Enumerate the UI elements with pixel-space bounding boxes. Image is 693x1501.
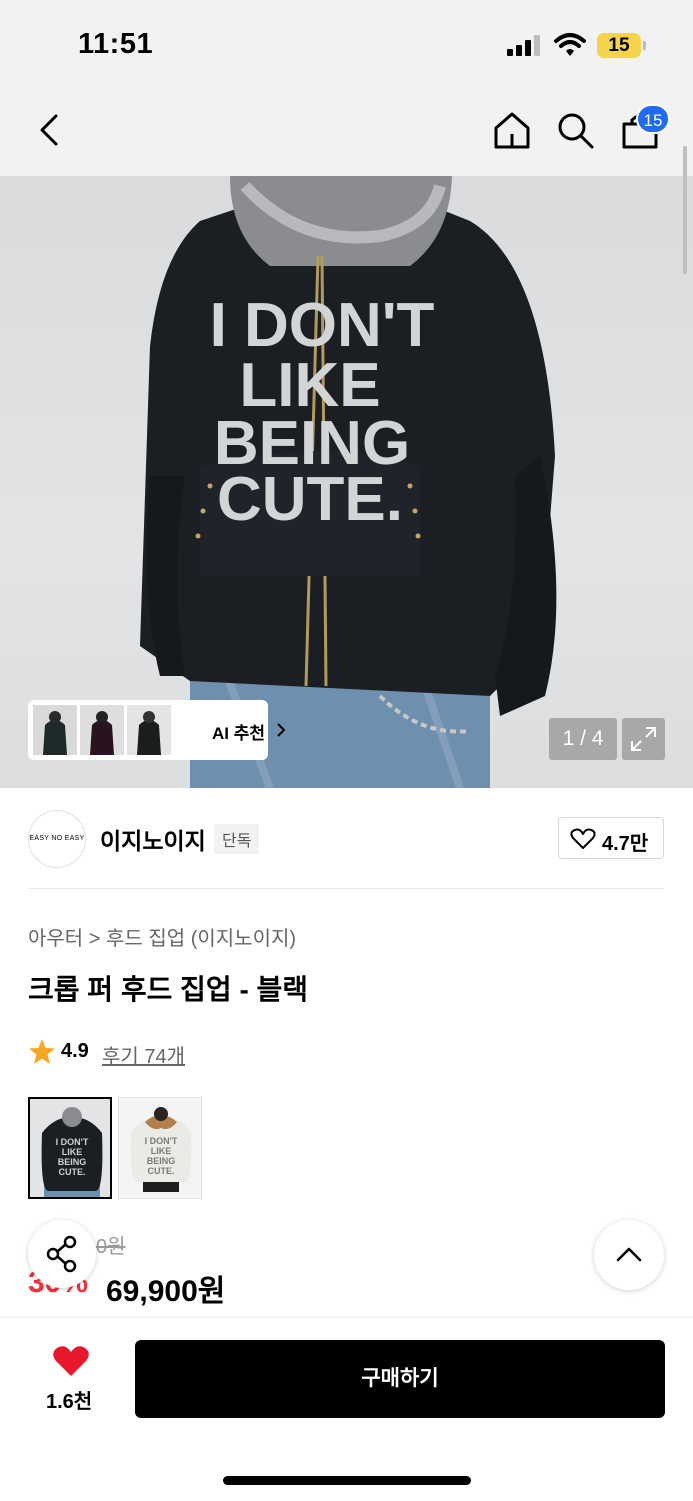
- svg-text:BEING: BEING: [58, 1157, 87, 1167]
- battery-indicator: 15: [597, 33, 641, 58]
- hoodie-print: I DON'T LIKE BEING CUTE.: [210, 291, 435, 534]
- status-time: 11:51: [78, 28, 154, 60]
- brand-like-count: 4.7만: [602, 833, 649, 855]
- scroll-top-button[interactable]: [594, 1220, 664, 1290]
- original-price: 0원: [96, 1236, 126, 1258]
- heart-filled-icon[interactable]: [52, 1345, 90, 1377]
- cart-count-badge: 15: [636, 104, 670, 134]
- wifi-icon: [554, 33, 586, 56]
- product-title: 크롭 퍼 후드 집업 - 블랙: [28, 974, 309, 1005]
- svg-text:LIKE: LIKE: [62, 1147, 83, 1157]
- recommend-thumb: [33, 705, 77, 755]
- svg-text:I DON'T: I DON'T: [56, 1137, 89, 1147]
- product-photo: I DON'T LIKE BEING CUTE.: [140, 176, 557, 788]
- buy-button[interactable]: 구매하기: [135, 1340, 665, 1418]
- rating-row[interactable]: 4.9 후기 74개: [28, 1038, 185, 1072]
- review-link[interactable]: 후기 74개: [102, 1040, 185, 1069]
- scrollbar[interactable]: [683, 146, 687, 274]
- brand-like-button[interactable]: 4.7만: [558, 817, 664, 859]
- recommend-thumb: [127, 705, 171, 755]
- svg-text:CUTE.: CUTE.: [148, 1166, 175, 1176]
- wishlist-count: 1.6천: [46, 1391, 93, 1413]
- share-icon: [46, 1235, 77, 1273]
- svg-text:I DON'T: I DON'T: [145, 1136, 178, 1146]
- recommend-thumb: [80, 705, 124, 755]
- heart-outline-icon: [570, 828, 596, 849]
- expand-button[interactable]: [622, 718, 665, 760]
- image-pager: 1 / 4: [549, 718, 617, 760]
- print-line: I DON'T: [210, 291, 435, 360]
- divider: [28, 888, 664, 889]
- chevron-right-icon: [277, 723, 286, 737]
- print-line: CUTE.: [217, 465, 403, 534]
- sale-price: 69,900원: [106, 1275, 226, 1308]
- expand-icon: [631, 727, 656, 751]
- search-icon[interactable]: [556, 111, 596, 151]
- home-icon[interactable]: [492, 110, 532, 150]
- signal-icon: [507, 35, 540, 56]
- ai-recommend-button[interactable]: AI 추천: [28, 700, 286, 760]
- svg-text:CUTE.: CUTE.: [59, 1167, 86, 1177]
- brand-name[interactable]: 이지노이지: [100, 822, 206, 856]
- svg-text:LIKE: LIKE: [151, 1146, 172, 1156]
- product-image-carousel[interactable]: I DON'T LIKE BEING CUTE.: [0, 176, 693, 788]
- exclusive-badge: 단독: [214, 824, 260, 854]
- color-option-white[interactable]: I DON'T LIKE BEING CUTE.: [118, 1097, 202, 1199]
- share-button[interactable]: [28, 1220, 96, 1288]
- svg-text:BEING: BEING: [147, 1156, 176, 1166]
- color-option-black[interactable]: I DON'T LIKE BEING CUTE.: [28, 1097, 112, 1199]
- battery-tip: [643, 41, 646, 50]
- breadcrumb[interactable]: 아우터 > 후드 집업 (이지노이지): [28, 922, 296, 951]
- rating-value: 4.9: [61, 1040, 89, 1062]
- brand-logo[interactable]: EASY NO EASY: [28, 810, 86, 868]
- chevron-up-icon: [616, 1247, 642, 1262]
- home-indicator: [223, 1476, 471, 1485]
- back-icon[interactable]: [36, 112, 62, 148]
- star-icon: [29, 1039, 55, 1064]
- ai-recommend-label: AI 추천: [212, 724, 266, 743]
